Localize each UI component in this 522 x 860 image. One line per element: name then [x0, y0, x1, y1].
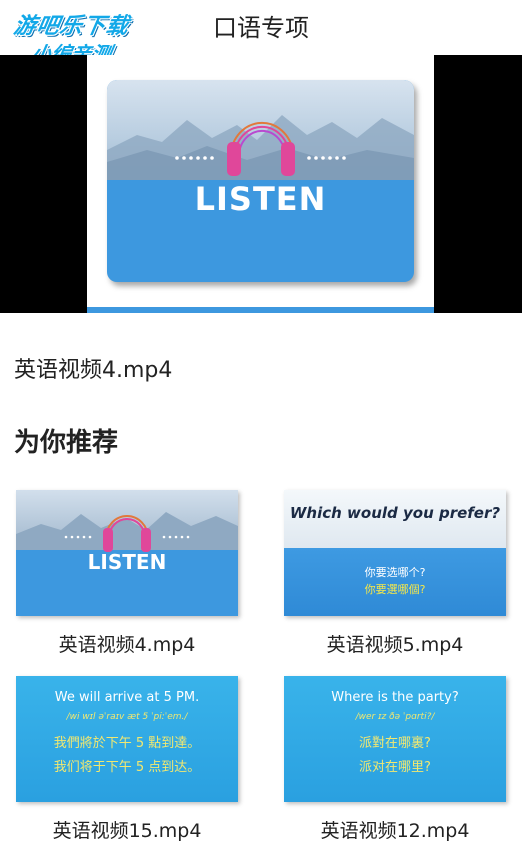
listen-label: LISTEN [87, 550, 167, 574]
headphones-icon [175, 121, 346, 176]
recommend-heading: 为你推荐 [14, 428, 119, 458]
video-thumbnail-3[interactable]: We will arrive at 5 PM. /wi wɪl əˈraɪv æ… [16, 676, 238, 802]
video-caption-3[interactable]: 英语视频15.mp4 [2, 816, 252, 843]
chinese-traditional: 我們將於下午 5 點到達。 [53, 736, 201, 751]
current-file-name: 英语视频4.mp4 [14, 358, 173, 383]
watermark-line1: 游吧乐下载 [11, 14, 132, 39]
progress-strip [87, 307, 434, 313]
answer-line-1: 你要选哪个? [364, 566, 426, 579]
video-thumbnail-2[interactable]: Which would you prefer? 你要选哪个? 你要選哪個? [284, 490, 506, 616]
video-thumbnail-4[interactable]: Where is the party? /wer ɪz ðə ˈpɑrti?/ … [284, 676, 506, 802]
video-caption-2[interactable]: 英语视频5.mp4 [270, 630, 520, 657]
chinese-simplified: 我们将于下午 5 点到达。 [53, 760, 201, 775]
video-player[interactable]: LISTEN [0, 55, 522, 313]
question-text: Which would you prefer? [289, 504, 501, 522]
listen-label: LISTEN [194, 180, 327, 218]
video-caption-1[interactable]: 英语视频4.mp4 [2, 630, 252, 657]
chinese-traditional: 派對在哪裏? [359, 736, 431, 751]
phonetic-text: /wer ɪz ðə ˈpɑrti?/ [355, 712, 435, 722]
phonetic-text: /wi wɪl əˈraɪv æt 5 ˈpiːˈem./ [66, 712, 188, 722]
listen-card: LISTEN [107, 80, 414, 282]
video-thumbnail-1[interactable]: LISTEN [16, 490, 238, 616]
chinese-simplified: 派对在哪里? [359, 760, 431, 775]
english-sentence: Where is the party? [331, 690, 459, 705]
video-caption-4[interactable]: 英语视频12.mp4 [270, 816, 520, 843]
english-sentence: We will arrive at 5 PM. [54, 690, 200, 705]
answer-line-2: 你要選哪個? [364, 583, 426, 596]
video-frame: LISTEN [87, 55, 434, 313]
